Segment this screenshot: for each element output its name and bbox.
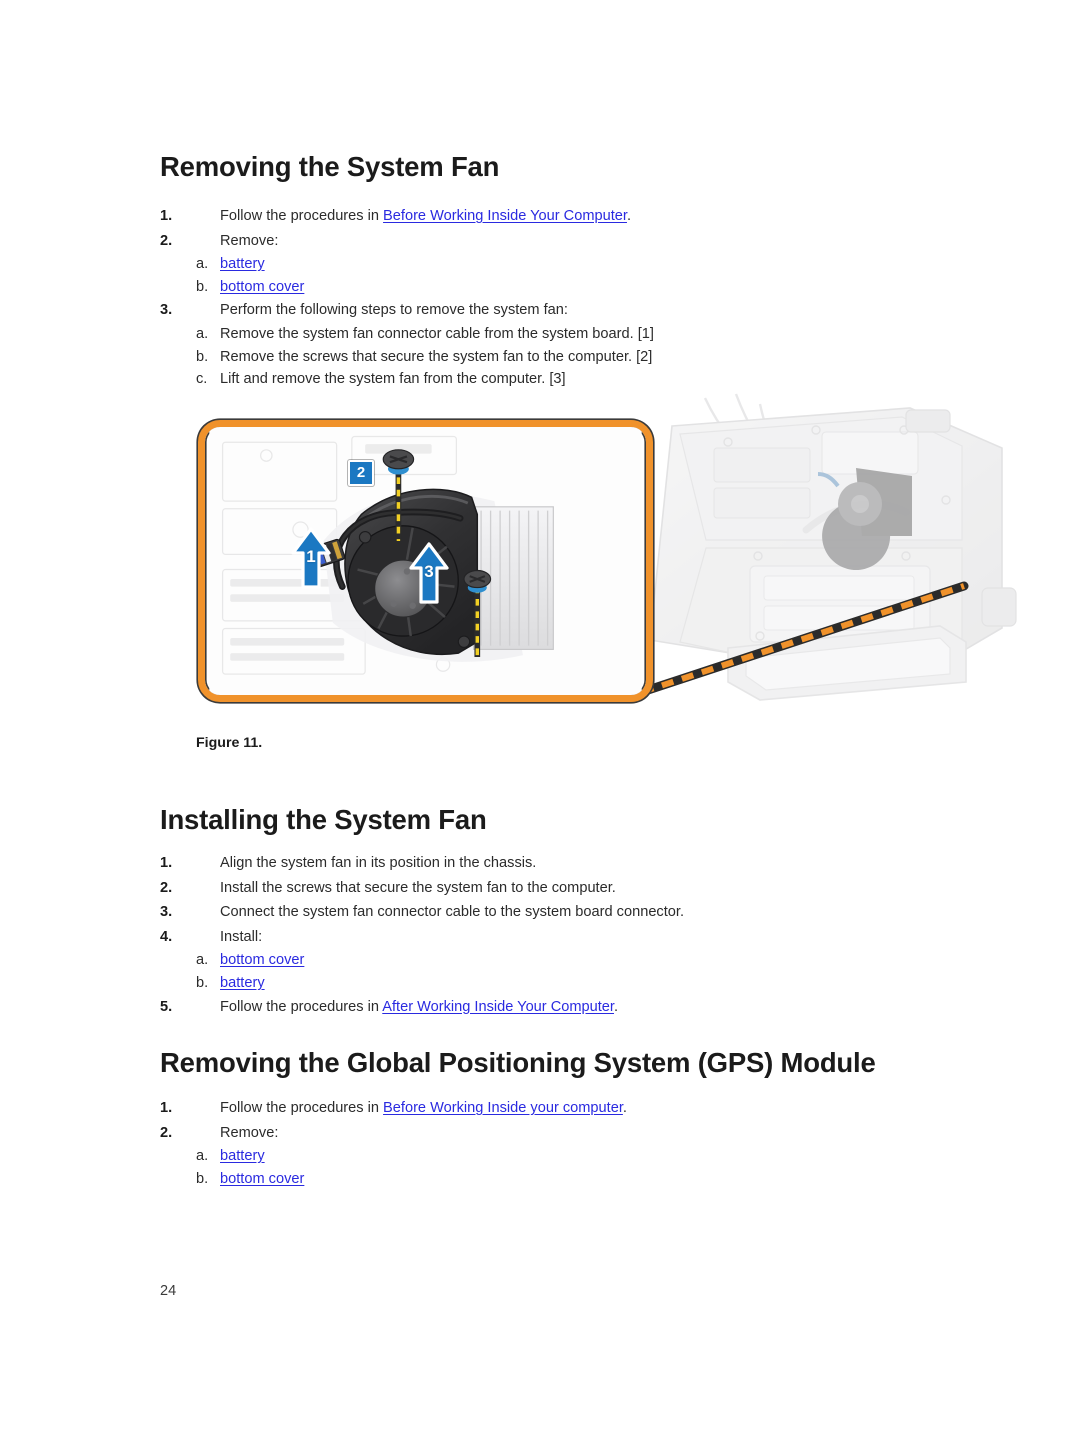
document-page: Removing the System Fan 1. Follow the pr… <box>0 0 1080 1434</box>
step-text: Perform the following steps to remove th… <box>220 302 568 319</box>
step-text: Remove: <box>220 1124 279 1141</box>
list-item: 3. Connect the system fan connector cabl… <box>160 900 960 925</box>
step-marker: 2. <box>160 1124 173 1141</box>
substep-marker: b. <box>196 278 209 295</box>
step-marker: 2. <box>160 232 173 249</box>
list-item: b. Remove the screws that secure the sys… <box>160 346 960 369</box>
step-text: Follow the procedures in After Working I… <box>220 995 618 1020</box>
step-text: Follow the procedures in Before Working … <box>220 1096 627 1121</box>
step-text-pre: Follow the procedures in <box>220 1100 384 1116</box>
callout-3-label: 3 <box>424 562 434 581</box>
substep-text: bottom cover <box>220 1168 304 1191</box>
step-marker: 2. <box>160 879 173 896</box>
link-battery[interactable]: battery <box>220 975 265 991</box>
figure-caption: Figure 11. <box>196 735 263 751</box>
step-marker: 1. <box>160 855 173 871</box>
list-item: 2. Install the screws that secure the sy… <box>160 876 960 901</box>
list-item: a. bottom cover <box>160 949 960 972</box>
list-item: 1. Align the system fan in its position … <box>160 851 960 876</box>
laptop-chassis-illustration <box>649 393 1017 701</box>
step-text-post: . <box>622 1100 627 1116</box>
list-item: 3. Perform the following steps to remove… <box>160 298 960 323</box>
substep-marker: a. <box>196 256 209 273</box>
step-marker: 1. <box>160 1100 173 1116</box>
link-battery[interactable]: battery <box>220 1148 265 1164</box>
link-after-working-inside-your-computer[interactable]: After Working Inside Your Computer <box>382 999 614 1015</box>
substep-marker: a. <box>196 952 209 969</box>
link-before-working-inside-your-computer[interactable]: Before Working Inside your computer <box>383 1100 623 1116</box>
step-marker: 3. <box>160 904 173 921</box>
step-text: Install the screws that secure the syste… <box>220 879 616 896</box>
list-item: b. battery <box>160 972 960 995</box>
step-text: Connect the system fan connector cable t… <box>220 904 685 921</box>
step-marker: 3. <box>160 302 173 319</box>
substep-marker: b. <box>196 1170 209 1187</box>
magnified-detail-content: 1 2 3 <box>205 427 646 695</box>
step-text: Remove: <box>220 232 279 249</box>
substep-marker: a. <box>196 1148 209 1165</box>
step-text: Follow the procedures in Before Working … <box>220 204 631 229</box>
list-item: a. battery <box>160 253 960 276</box>
page-number: 24 <box>160 1283 177 1299</box>
step-text-post: . <box>626 208 632 224</box>
step-text: Align the system fan in its position in … <box>220 855 537 871</box>
substep-text: bottom cover <box>220 276 304 299</box>
list-item: b. bottom cover <box>160 276 960 299</box>
substep-text: Remove the system fan connector cable fr… <box>220 325 654 342</box>
figure-system-fan-removal: 1 2 3 <box>150 385 1030 725</box>
list-item: a. battery <box>160 1145 960 1168</box>
link-bottom-cover[interactable]: bottom cover <box>220 279 304 295</box>
step-text: Install: <box>220 928 263 945</box>
list-item: 2. Remove: <box>160 229 960 254</box>
step-marker: 5. <box>160 998 173 1015</box>
substep-text: battery <box>220 253 265 276</box>
substep-text: battery <box>220 972 265 995</box>
link-bottom-cover[interactable]: bottom cover <box>220 952 304 968</box>
list-item: 5. Follow the procedures in After Workin… <box>160 995 960 1020</box>
link-bottom-cover[interactable]: bottom cover <box>220 1171 304 1187</box>
list-item: 2. Remove: <box>160 1121 960 1146</box>
procedure-installing-system-fan: 1. Align the system fan in its position … <box>160 851 960 1019</box>
callout-3-arrow: 3 <box>409 542 449 604</box>
list-item: a. Remove the system fan connector cable… <box>160 323 960 346</box>
substep-marker: b. <box>196 974 209 991</box>
substep-text: Remove the screws that secure the system… <box>220 348 653 365</box>
substep-marker: b. <box>196 348 209 365</box>
substep-marker: a. <box>196 325 209 342</box>
heading-removing-gps-module: Removing the Global Positioning System (… <box>160 1047 876 1078</box>
substep-text: bottom cover <box>220 949 304 972</box>
link-before-working-inside-your-computer[interactable]: Before Working Inside Your Computer <box>383 208 627 224</box>
step-marker: 1. <box>160 208 173 224</box>
procedure-removing-gps-module: 1. Follow the procedures in Before Worki… <box>160 1096 960 1190</box>
substep-text: battery <box>220 1145 265 1168</box>
callout-2-badge: 2 <box>348 460 374 486</box>
procedure-removing-system-fan: 1. Follow the procedures in Before Worki… <box>160 204 960 391</box>
step-marker: 4. <box>160 928 173 945</box>
list-item: b. bottom cover <box>160 1168 960 1191</box>
callout-1-arrow: 1 <box>291 527 331 589</box>
link-battery[interactable]: battery <box>220 256 265 272</box>
step-text-pre: Follow the procedures in <box>220 208 384 224</box>
list-item: 1. Follow the procedures in Before Worki… <box>160 1096 960 1121</box>
step-text-post: . <box>613 998 619 1015</box>
list-item: 4. Install: <box>160 925 960 950</box>
magnified-detail-box: 1 2 3 <box>198 420 653 702</box>
callout-1-label: 1 <box>306 547 316 566</box>
heading-removing-system-fan: Removing the System Fan <box>160 151 500 182</box>
heading-installing-system-fan: Installing the System Fan <box>160 804 487 835</box>
step-text-pre: Follow the procedures in <box>220 998 383 1015</box>
list-item: 1. Follow the procedures in Before Worki… <box>160 204 960 229</box>
